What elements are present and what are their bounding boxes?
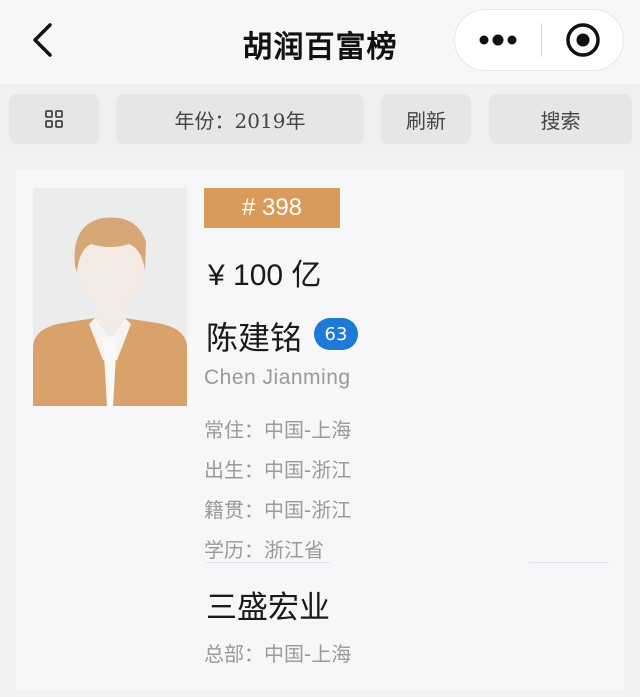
more-button[interactable] — [455, 10, 541, 70]
avatar-placeholder-icon — [33, 188, 187, 406]
divider — [529, 562, 609, 563]
headquarters-row: 总部：中国-上海 — [204, 638, 351, 667]
education-row: 学历：浙江省 — [204, 534, 344, 563]
residence-value: 中国-上海 — [264, 418, 352, 442]
more-dots-icon — [479, 34, 517, 46]
birthplace-row: 出生：中国-浙江 — [204, 454, 351, 483]
residence-row: 常住：中国-上海 — [204, 414, 351, 443]
birthplace-label: 出生： — [204, 458, 264, 482]
grid-button[interactable] — [9, 94, 99, 144]
age-badge: 63 — [314, 318, 358, 350]
search-button[interactable]: 搜索 — [489, 94, 632, 144]
toolbar: 年份：2019年 刷新 搜索 — [0, 84, 640, 154]
rank-badge: # 398 — [204, 188, 340, 228]
ancestral-home-label: 籍贯： — [204, 498, 264, 522]
ancestral-home-value: 中国-浙江 — [264, 498, 352, 522]
close-button[interactable] — [542, 10, 623, 70]
headquarters-value: 中国-上海 — [264, 642, 352, 666]
education-value: 浙江省 — [264, 538, 324, 562]
divider — [206, 562, 330, 563]
company-name: 三盛宏业 — [206, 590, 330, 626]
person-name: 陈建铭 — [206, 319, 303, 357]
residence-label: 常住： — [204, 418, 264, 442]
birthplace-value: 中国-浙江 — [264, 458, 352, 482]
grid-icon — [45, 110, 63, 128]
avatar — [33, 188, 187, 406]
headquarters-label: 总部： — [204, 642, 264, 666]
year-select[interactable]: 年份：2019年 — [116, 94, 364, 144]
refresh-button[interactable]: 刷新 — [381, 94, 471, 144]
nav-bar: 胡润百富榜 — [0, 0, 640, 84]
mini-program-capsule — [454, 9, 624, 71]
ancestral-home-row: 籍贯：中国-浙江 — [204, 494, 351, 523]
wealth-value: ¥ 100 亿 — [208, 259, 322, 292]
profile-card[interactable]: # 398 ¥ 100 亿 陈建铭 63 Chen Jianming 常住：中国… — [16, 170, 624, 690]
education-label: 学历： — [204, 538, 264, 562]
person-name-english: Chen Jianming — [204, 366, 351, 389]
target-close-icon — [565, 23, 600, 57]
